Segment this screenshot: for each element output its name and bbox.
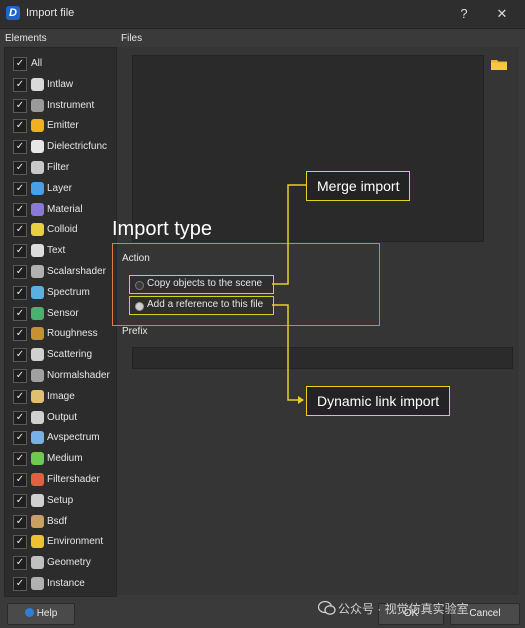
annotation-connectors xyxy=(272,181,312,404)
merge-import-callout: Merge import xyxy=(306,171,411,201)
dynamic-link-import-callout: Dynamic link import xyxy=(306,386,451,416)
help-button-label: Help xyxy=(36,608,58,619)
watermark-text: 公众号 · 视觉仿真实验室 xyxy=(338,602,469,616)
help-icon xyxy=(24,608,34,617)
help-button[interactable]: Help xyxy=(7,603,75,625)
wechat-icon xyxy=(318,600,336,615)
